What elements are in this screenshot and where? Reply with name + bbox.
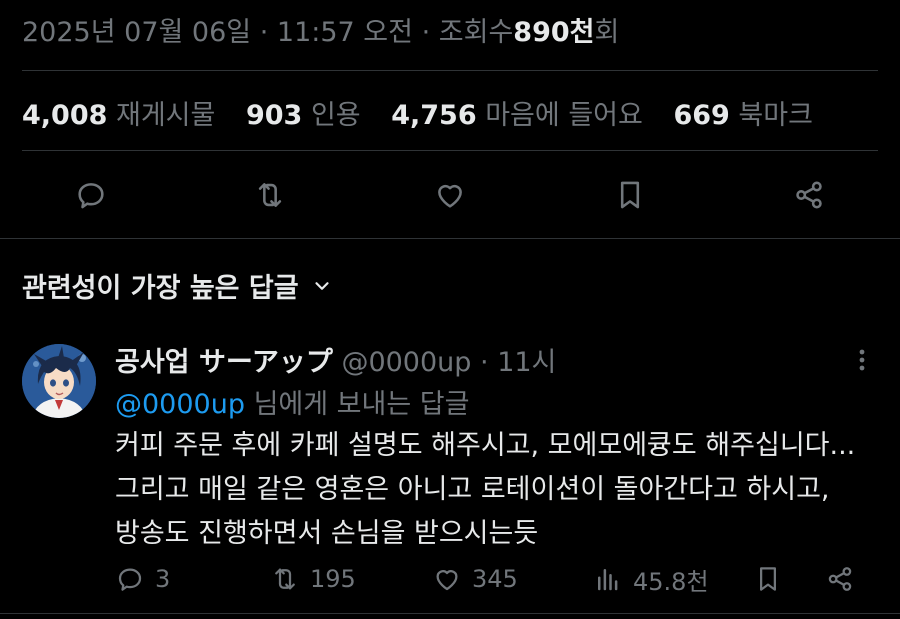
tweet-time[interactable]: 11:57 오전 bbox=[277, 17, 413, 48]
reply-like-button[interactable]: 345 bbox=[432, 558, 518, 600]
bookmark-icon bbox=[760, 567, 776, 591]
reply-text: 커피 주문 후에 카페 설명도 해주시고, 모에모에큥도 해주십니다... 그리… bbox=[115, 424, 885, 556]
reposts-label: 재게시물 bbox=[116, 100, 216, 131]
reply-line: 방송도 진행하면서 손님을 받으시는듯 bbox=[115, 518, 539, 549]
like-button[interactable] bbox=[425, 165, 475, 225]
divider bbox=[22, 70, 878, 71]
meta-separator: · bbox=[421, 17, 431, 48]
reply-sort-selector[interactable]: 관련성이 가장 높은 답글 bbox=[22, 266, 333, 305]
reply-to-suffix: 님에게 보내는 답글 bbox=[253, 389, 470, 420]
more-options-icon[interactable] bbox=[850, 344, 874, 376]
anime-avatar-image bbox=[22, 344, 96, 418]
reply-icon bbox=[118, 568, 142, 591]
reply-like-count: 345 bbox=[472, 565, 518, 593]
reply-bookmark-button[interactable] bbox=[753, 558, 793, 600]
likes-label: 마음에 들어요 bbox=[485, 100, 643, 131]
reply-repost-count: 195 bbox=[310, 565, 356, 593]
share-button[interactable] bbox=[784, 165, 834, 225]
reply-views-count: 45.8천 bbox=[633, 567, 709, 596]
avatar[interactable] bbox=[22, 344, 96, 418]
views-chart-icon bbox=[598, 569, 618, 591]
tweet-meta: 2025년 07월 06일 · 11:57 오전 · 조회수890천회 bbox=[22, 10, 619, 49]
engagement-stats: 4,008 재게시물 903 인용 4,756 마음에 들어요 669 북마크 bbox=[22, 93, 835, 132]
reply-line: 그리고 매일 같은 영혼은 아니고 로테이션이 돌아간다고 하시고, bbox=[115, 474, 830, 505]
divider bbox=[0, 238, 900, 239]
likes-count: 4,756 bbox=[391, 100, 477, 131]
reply-author-name[interactable]: 공사업 サーアップ bbox=[115, 347, 333, 378]
views-label: 조회수 bbox=[438, 17, 514, 48]
reply-repost-button[interactable]: 195 bbox=[270, 558, 356, 600]
divider bbox=[22, 150, 878, 151]
bookmarks-label: 북마크 bbox=[738, 100, 813, 131]
reply-views-button[interactable]: 45.8천 bbox=[593, 558, 709, 600]
views-unit: 회 bbox=[594, 17, 620, 48]
reply-reply-button[interactable]: 3 bbox=[115, 558, 170, 600]
reply-button[interactable] bbox=[66, 165, 116, 225]
likes-stat[interactable]: 4,756 마음에 들어요 bbox=[391, 100, 643, 131]
chevron-down-icon bbox=[315, 281, 329, 290]
bookmarks-stat[interactable]: 669 북마크 bbox=[673, 100, 813, 131]
reply-to-mention[interactable]: @0000up bbox=[115, 389, 245, 420]
tweet-date: 2025년 07월 06일 bbox=[22, 17, 252, 48]
heart-icon bbox=[436, 570, 458, 591]
repost-button[interactable] bbox=[245, 165, 295, 225]
bookmarks-count: 669 bbox=[673, 100, 730, 131]
views-count: 890천 bbox=[513, 17, 595, 48]
quotes-stat[interactable]: 903 인용 bbox=[246, 100, 361, 131]
replying-to: @0000up 님에게 보내는 답글 bbox=[115, 382, 469, 421]
share-icon bbox=[828, 567, 852, 591]
repost-icon bbox=[258, 183, 282, 207]
action-bar bbox=[0, 165, 900, 225]
quotes-label: 인용 bbox=[310, 100, 361, 131]
reply-author-handle[interactable]: @0000up bbox=[341, 347, 471, 378]
reply-action-bar: 3 195 345 45.8천 bbox=[115, 558, 878, 600]
reply-share-button[interactable] bbox=[825, 558, 865, 600]
reply-icon bbox=[78, 183, 104, 209]
reply-separator: · bbox=[480, 347, 489, 378]
share-icon bbox=[796, 181, 822, 209]
heart-icon bbox=[438, 184, 462, 208]
reposts-stat[interactable]: 4,008 재게시물 bbox=[22, 100, 215, 131]
quotes-count: 903 bbox=[245, 100, 303, 131]
sort-label: 관련성이 가장 높은 답글 bbox=[22, 273, 299, 304]
reply-line: 커피 주문 후에 카페 설명도 해주시고, 모에모에큥도 해주십니다... bbox=[115, 430, 856, 461]
bookmark-icon bbox=[620, 181, 640, 209]
divider bbox=[0, 613, 900, 614]
reply-time[interactable]: 11시 bbox=[497, 347, 556, 378]
meta-separator: · bbox=[259, 17, 269, 48]
reply-reply-count: 3 bbox=[155, 565, 171, 593]
reposts-count: 4,008 bbox=[22, 100, 108, 131]
bookmark-button[interactable] bbox=[605, 165, 655, 225]
reply-header: 공사업 サーアップ @0000up · 11시 bbox=[115, 340, 556, 379]
repost-icon bbox=[275, 568, 295, 590]
